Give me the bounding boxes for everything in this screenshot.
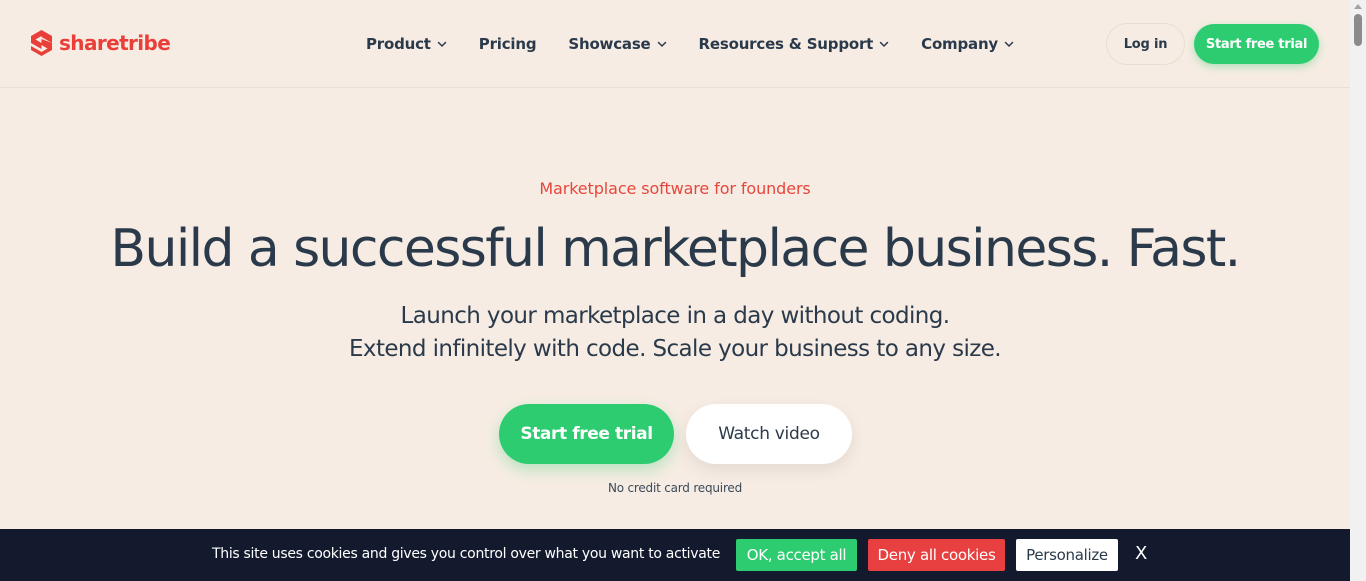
brand-logo[interactable]: sharetribe bbox=[31, 30, 171, 56]
hero-subheading-line-2: Extend infinitely with code. Scale your … bbox=[349, 336, 1002, 362]
hero-subheading-line-1: Launch your marketplace in a day without… bbox=[400, 303, 951, 329]
nav-item-pricing[interactable]: Pricing bbox=[479, 35, 537, 53]
nav-item-product[interactable]: Product bbox=[366, 35, 447, 53]
nav-item-label: Pricing bbox=[478, 35, 537, 53]
close-icon[interactable]: X bbox=[1135, 543, 1147, 564]
site-header: sharetribe Product Pricing Showcase Reso… bbox=[0, 0, 1350, 88]
chevron-down-icon bbox=[879, 41, 889, 48]
nav-item-label: Product bbox=[366, 35, 431, 53]
cookie-banner: This site uses cookies and gives you con… bbox=[0, 529, 1350, 581]
deny-all-cookies-button[interactable]: Deny all cookies bbox=[868, 539, 1005, 571]
accept-all-cookies-button[interactable]: OK, accept all bbox=[736, 539, 857, 571]
nav-item-label: Resources & Support bbox=[698, 35, 874, 53]
vertical-scrollbar[interactable] bbox=[1350, 0, 1366, 581]
hero-eyebrow: Marketplace software for founders bbox=[539, 179, 811, 198]
main-nav: Product Pricing Showcase Resources & Sup… bbox=[366, 0, 1046, 88]
hero-start-trial-button[interactable]: Start free trial bbox=[499, 404, 674, 464]
sharetribe-logo-icon bbox=[31, 30, 52, 56]
nav-item-showcase[interactable]: Showcase bbox=[568, 35, 666, 53]
no-credit-card-note: No credit card required bbox=[607, 481, 743, 495]
scrollbar-thumb[interactable] bbox=[1354, 14, 1362, 46]
chevron-down-icon bbox=[437, 41, 447, 48]
scroll-up-arrow-icon[interactable] bbox=[1354, 4, 1362, 9]
header-start-trial-button[interactable]: Start free trial bbox=[1194, 24, 1319, 64]
hero-subheading: Launch your marketplace in a day without… bbox=[0, 300, 1350, 366]
cookie-banner-text: This site uses cookies and gives you con… bbox=[212, 546, 721, 562]
brand-name: sharetribe bbox=[59, 31, 171, 55]
chevron-down-icon bbox=[657, 41, 666, 48]
personalize-cookies-button[interactable]: Personalize bbox=[1016, 539, 1118, 571]
nav-item-company[interactable]: Company bbox=[921, 35, 1014, 53]
chevron-down-icon bbox=[1004, 41, 1014, 48]
hero-headline: Build a successful marketplace business.… bbox=[110, 219, 1241, 279]
nav-item-label: Company bbox=[921, 35, 998, 53]
watch-video-button[interactable]: Watch video bbox=[686, 404, 852, 464]
page: sharetribe Product Pricing Showcase Reso… bbox=[0, 0, 1366, 581]
nav-item-label: Showcase bbox=[568, 35, 651, 53]
login-button[interactable]: Log in bbox=[1106, 23, 1185, 65]
nav-item-resources-support[interactable]: Resources & Support bbox=[699, 35, 890, 53]
